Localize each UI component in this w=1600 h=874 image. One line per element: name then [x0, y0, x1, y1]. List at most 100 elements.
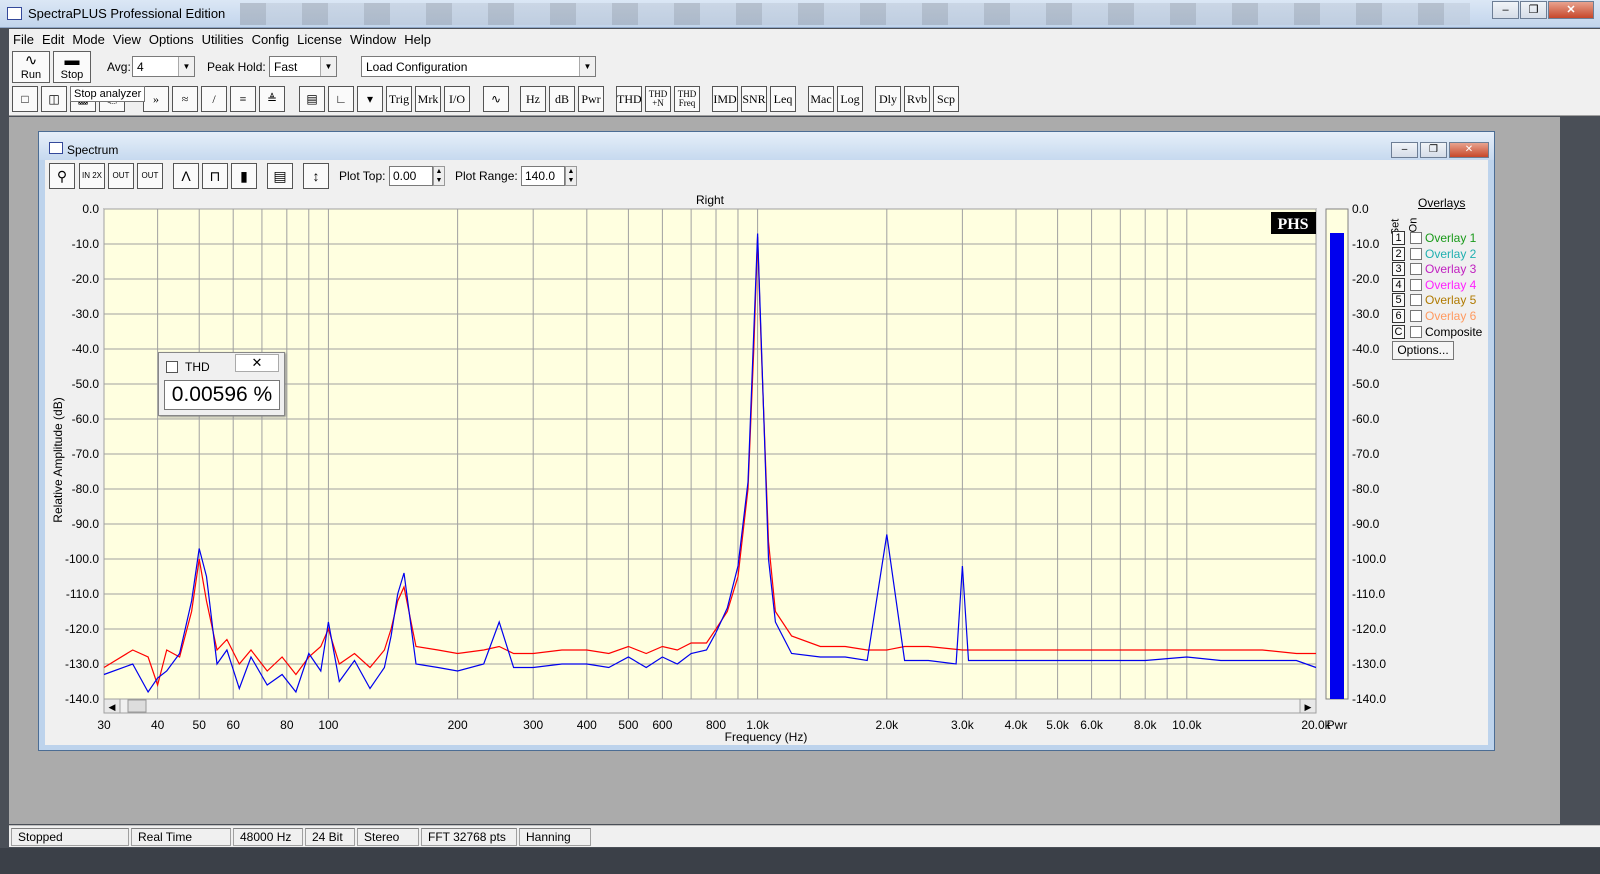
overlay-set-button[interactable]: 6: [1392, 309, 1405, 323]
new-file-icon[interactable]: □: [12, 86, 38, 112]
plot-range-label: Plot Range:: [455, 169, 518, 183]
spectrum-minimize-button[interactable]: –: [1391, 142, 1418, 158]
bar-graph-icon[interactable]: ▮: [231, 163, 257, 189]
overlay-set-button[interactable]: 4: [1392, 277, 1405, 292]
on-column-label: On: [1407, 217, 1420, 233]
avg-label: Avg:: [107, 60, 131, 74]
rvb-button[interactable]: Rvb: [904, 86, 930, 112]
overlay-set-button[interactable]: 2: [1392, 246, 1405, 261]
pwr-button[interactable]: Pwr: [578, 86, 604, 112]
plot-range-spinner[interactable]: ▲ ▼: [565, 166, 577, 186]
line-graph-icon[interactable]: Λ: [173, 163, 199, 189]
log-button[interactable]: Log: [837, 86, 863, 112]
avg-select[interactable]: 4 ▼: [132, 56, 195, 77]
thd-window-icon: [166, 361, 178, 373]
app-icon: [7, 7, 22, 20]
thd-button[interactable]: THD: [616, 86, 642, 112]
menu-help[interactable]: Help: [400, 29, 435, 47]
plot-range-input[interactable]: 140.0: [521, 166, 565, 186]
calculator-icon[interactable]: ▤: [299, 86, 325, 112]
peak-hold-select[interactable]: Fast ▼: [269, 56, 337, 77]
overlay-name: Overlay 6: [1425, 309, 1477, 323]
properties-icon[interactable]: ▤: [267, 163, 293, 189]
menu-file[interactable]: File: [9, 29, 38, 47]
spectrum-restore-button[interactable]: ❐: [1420, 142, 1447, 158]
microphone-icon[interactable]: ▾: [357, 86, 383, 112]
plot-top-input[interactable]: 0.00: [389, 166, 433, 186]
chevron-down-icon: ▼: [320, 57, 336, 76]
thd-n-button[interactable]: THD +N: [645, 86, 671, 112]
thd-freq-button[interactable]: THD Freq: [674, 86, 700, 112]
zoom-out-full-icon[interactable]: OUT FULL: [137, 163, 163, 204]
mrk-button[interactable]: Mrk: [415, 86, 441, 112]
overlay-set-button[interactable]: 1: [1392, 231, 1405, 245]
spectrum-close-button[interactable]: ✕: [1449, 142, 1489, 158]
io-button[interactable]: I/O: [444, 86, 470, 112]
zoom-icon[interactable]: ⚲: [49, 163, 75, 189]
overlay-set-button[interactable]: C: [1392, 324, 1405, 339]
overlay-on-checkbox[interactable]: [1410, 263, 1422, 276]
generator-icon[interactable]: ∿: [483, 86, 509, 112]
imd-button[interactable]: IMD: [712, 86, 738, 112]
trig-button[interactable]: Trig: [386, 86, 412, 112]
db-button[interactable]: dB: [549, 86, 575, 112]
app-window: SpectraPLUS Professional Edition – ❐ ✕ F…: [0, 0, 1600, 874]
overlay-options-button[interactable]: Options...: [1392, 341, 1454, 360]
stop-button[interactable]: ▬ Stop: [53, 51, 91, 83]
minimize-button[interactable]: –: [1492, 1, 1519, 19]
dly-button[interactable]: Dly: [875, 86, 901, 112]
scp-button[interactable]: Scp: [933, 86, 959, 112]
status-bit-depth: 24 Bit: [305, 828, 355, 846]
tooltip: Stop analyzer: [70, 86, 146, 102]
menu-utilities[interactable]: Utilities: [198, 29, 248, 47]
overlay-on-checkbox[interactable]: [1410, 294, 1422, 307]
hz-button[interactable]: Hz: [520, 86, 546, 112]
overlay-set-button[interactable]: 5: [1392, 293, 1405, 308]
mac-button[interactable]: Mac: [808, 86, 834, 112]
overlay-name: Overlay 1: [1425, 231, 1477, 245]
overlay-on-checkbox[interactable]: [1410, 232, 1422, 244]
axis-icon[interactable]: ∟: [328, 86, 354, 112]
snr-button[interactable]: SNR: [741, 86, 767, 112]
overlay-on-checkbox[interactable]: [1410, 325, 1422, 338]
time-series-icon[interactable]: /: [201, 86, 227, 112]
spectrogram-icon[interactable]: ≡: [230, 86, 256, 112]
menu-options[interactable]: Options: [145, 29, 198, 47]
spectrum-title-bar: Spectrum – ❐ ✕: [39, 132, 1494, 160]
configuration-select[interactable]: Load Configuration ▼: [361, 56, 596, 77]
spectrum-view-icon[interactable]: ≈: [172, 86, 198, 112]
overlay-on-checkbox[interactable]: [1410, 278, 1422, 291]
run-button[interactable]: ∿ Run: [12, 51, 50, 83]
overlay-on-checkbox[interactable]: [1410, 310, 1422, 322]
restore-button[interactable]: ❐: [1520, 1, 1547, 19]
menu-view[interactable]: View: [109, 29, 145, 47]
close-button[interactable]: ✕: [1548, 1, 1594, 19]
zoom-in-2x-icon[interactable]: IN 2X: [79, 163, 105, 189]
thd-close-button[interactable]: ✕: [235, 354, 279, 372]
step-graph-icon[interactable]: ⊓: [202, 163, 228, 189]
spectrum-window-icon: [49, 142, 63, 154]
zoom-out-2x-icon[interactable]: OUT 2X: [108, 163, 134, 204]
status-mode: Real Time: [131, 828, 231, 846]
menu-config[interactable]: Config: [248, 29, 294, 47]
menu-license[interactable]: License: [293, 29, 346, 47]
open-folder-icon[interactable]: ◫: [41, 86, 67, 112]
leq-button[interactable]: Leq: [770, 86, 796, 112]
overlay-set-button[interactable]: 3: [1392, 262, 1405, 277]
main-toolbar: ∿ Run ▬ Stop Avg: 4 ▼ Peak Hold: Fast ▼ Load…: [9, 49, 1600, 83]
menu-edit[interactable]: Edit: [38, 29, 68, 47]
overlay-on-checkbox[interactable]: [1410, 247, 1422, 260]
3d-surface-icon[interactable]: ≜: [259, 86, 285, 112]
menu-window[interactable]: Window: [346, 29, 400, 47]
spectrum-title: Spectrum: [67, 143, 119, 157]
run-label: Run: [20, 69, 42, 81]
status-channels: Stereo: [357, 828, 419, 846]
thd-popup[interactable]: THD ✕ 0.00596 %: [158, 352, 285, 416]
peak-hold-value: Fast: [274, 60, 298, 74]
fast-forward-icon[interactable]: »: [143, 86, 169, 112]
scale-icon[interactable]: ↕: [303, 163, 329, 189]
plot-top-spinner[interactable]: ▲ ▼: [433, 166, 445, 186]
overlay-name: Overlay 2: [1425, 246, 1477, 261]
menu-mode[interactable]: Mode: [68, 29, 109, 47]
overlays-header: Overlays: [1418, 196, 1466, 210]
